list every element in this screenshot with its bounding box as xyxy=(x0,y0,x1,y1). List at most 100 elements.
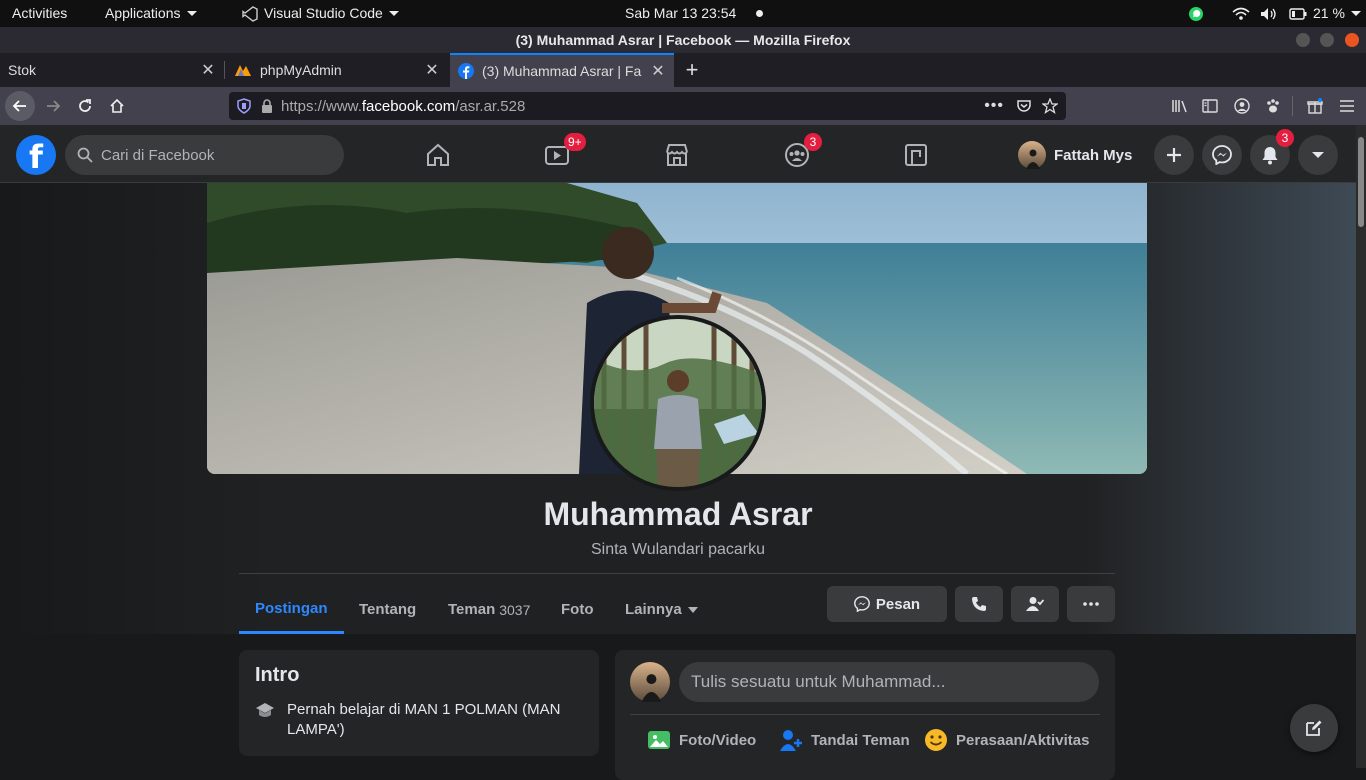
home-button[interactable] xyxy=(102,91,132,121)
profile-picture[interactable] xyxy=(590,315,766,491)
new-message-fab[interactable] xyxy=(1290,704,1338,752)
call-button[interactable] xyxy=(955,586,1003,622)
close-window-button[interactable] xyxy=(1345,33,1359,47)
chevron-down-icon xyxy=(186,11,197,16)
close-tab-icon[interactable]: ✕ xyxy=(200,60,216,80)
account-menu-button[interactable] xyxy=(1298,135,1338,175)
friends-check-icon xyxy=(1026,597,1044,611)
composer-divider xyxy=(630,714,1100,715)
search-input[interactable] xyxy=(101,146,321,164)
nav-gaming[interactable] xyxy=(861,129,971,181)
create-button[interactable] xyxy=(1154,135,1194,175)
url-domain: facebook.com xyxy=(361,97,456,115)
nav-groups[interactable]: 3 xyxy=(742,129,852,181)
intro-education-text: Pernah belajar di MAN 1 POLMAN (MAN LAMP… xyxy=(287,701,561,738)
back-button[interactable] xyxy=(5,91,35,121)
account-button[interactable] xyxy=(1227,91,1257,121)
tab-lainnya[interactable]: Lainnya xyxy=(625,585,698,634)
header-profile-chip[interactable]: Fattah Mys xyxy=(1018,137,1132,173)
sidebar-button[interactable] xyxy=(1195,91,1225,121)
facebook-search[interactable] xyxy=(65,135,344,175)
more-options-button[interactable] xyxy=(1067,586,1115,622)
tab-label: (3) Muhammad Asrar | Fa xyxy=(482,63,642,79)
tab-teman[interactable]: Teman 3037 xyxy=(448,585,530,634)
minimize-button[interactable] xyxy=(1296,33,1310,47)
activities-button[interactable]: Activities xyxy=(12,0,67,27)
hamburger-menu-icon xyxy=(1340,100,1354,112)
navigation-toolbar: https://www.facebook.com/asr.ar.528 ••• xyxy=(0,87,1366,125)
home-icon xyxy=(110,98,124,113)
active-app-label: Visual Studio Code xyxy=(264,5,383,21)
profile-bio: Sinta Wulandari pacarku xyxy=(590,541,766,558)
close-tab-icon[interactable]: ✕ xyxy=(424,60,440,80)
tab-stok[interactable]: Stok ✕ xyxy=(0,53,224,87)
arrow-right-icon xyxy=(47,100,61,112)
compose-edit-icon xyxy=(1306,720,1322,736)
photo-video-button[interactable]: Foto/Video xyxy=(647,728,756,752)
nav-home[interactable] xyxy=(383,129,493,181)
scrollbar-thumb[interactable] xyxy=(1358,137,1364,227)
url-bar[interactable]: https://www.facebook.com/asr.ar.528 ••• xyxy=(229,92,1066,120)
message-button[interactable]: Pesan xyxy=(827,586,947,622)
tab-postingan[interactable]: Postingan xyxy=(239,585,344,634)
messenger-button[interactable] xyxy=(1202,135,1242,175)
whatsapp-tray-icon[interactable] xyxy=(1188,0,1204,27)
clock[interactable]: Sab Mar 13 23:54 xyxy=(625,0,764,27)
reload-button[interactable] xyxy=(70,91,100,121)
messenger-icon xyxy=(853,596,870,612)
volume-icon[interactable] xyxy=(1260,0,1278,27)
forward-button[interactable] xyxy=(38,91,68,121)
nav-marketplace[interactable] xyxy=(622,129,732,181)
lock-icon[interactable] xyxy=(261,99,273,113)
notifications-button[interactable]: 3 xyxy=(1250,129,1294,175)
wifi-icon[interactable] xyxy=(1232,0,1250,27)
caret-down-icon xyxy=(687,606,698,613)
bookmark-star-icon[interactable] xyxy=(1042,98,1058,114)
page-actions-icon[interactable]: ••• xyxy=(984,97,1004,115)
friend-status-button[interactable] xyxy=(1011,586,1059,622)
tab-foto[interactable]: Foto xyxy=(561,585,593,634)
new-tab-button[interactable]: + xyxy=(678,53,706,87)
facebook-header: f 9+ 3 Fattah Mys 3 xyxy=(0,125,1356,183)
feeling-activity-button[interactable]: Perasaan/Aktivitas xyxy=(924,728,1089,752)
active-app-menu[interactable]: Visual Studio Code xyxy=(242,0,399,27)
extension-button[interactable] xyxy=(1258,91,1288,121)
close-tab-icon[interactable]: ✕ xyxy=(650,61,666,81)
tab-phpmyadmin[interactable]: phpMyAdmin ✕ xyxy=(226,53,448,87)
whats-new-button[interactable] xyxy=(1300,91,1330,121)
action-label: Tandai Teman xyxy=(811,731,910,749)
tab-label: Foto xyxy=(561,601,594,618)
marketplace-icon xyxy=(666,144,688,166)
caret-down-icon xyxy=(1312,152,1324,158)
profile-divider xyxy=(239,573,1115,574)
phone-icon xyxy=(972,597,986,611)
tracking-shield-icon[interactable] xyxy=(237,98,251,114)
page-scrollbar[interactable] xyxy=(1356,125,1366,768)
tab-label: Stok xyxy=(8,62,37,78)
facebook-logo[interactable]: f xyxy=(16,135,56,176)
pocket-icon[interactable] xyxy=(1016,98,1032,114)
maximize-button[interactable] xyxy=(1320,33,1334,47)
nav-watch[interactable]: 9+ xyxy=(502,129,612,181)
window-titlebar[interactable]: (3) Muhammad Asrar | Facebook — Mozilla … xyxy=(0,27,1366,53)
user-avatar xyxy=(1018,141,1046,169)
composer-avatar xyxy=(630,662,670,702)
friends-count: 3037 xyxy=(499,601,531,618)
composer-input[interactable]: Tulis sesuatu untuk Muhammad... xyxy=(679,662,1099,702)
library-icon xyxy=(1172,100,1187,113)
library-button[interactable] xyxy=(1165,91,1195,121)
app-menu-button[interactable] xyxy=(1332,91,1362,121)
intro-card: Intro Pernah belajar di MAN 1 POLMAN (MA… xyxy=(239,650,599,756)
chevron-down-icon xyxy=(388,11,399,16)
battery-indicator[interactable]: 21 % xyxy=(1289,0,1361,27)
paw-extension-icon xyxy=(1267,99,1279,113)
tab-tentang[interactable]: Tentang xyxy=(359,585,416,634)
activities-label: Activities xyxy=(12,5,68,21)
tab-facebook[interactable]: (3) Muhammad Asrar | Fa ✕ xyxy=(450,53,674,87)
tag-friends-button[interactable]: Tandai Teman xyxy=(779,728,910,752)
phpmyadmin-icon xyxy=(234,63,252,77)
applications-menu[interactable]: Applications xyxy=(105,0,197,27)
gaming-icon xyxy=(905,144,927,166)
user-name: Fattah Mys xyxy=(1054,146,1133,164)
applications-label: Applications xyxy=(105,5,181,21)
